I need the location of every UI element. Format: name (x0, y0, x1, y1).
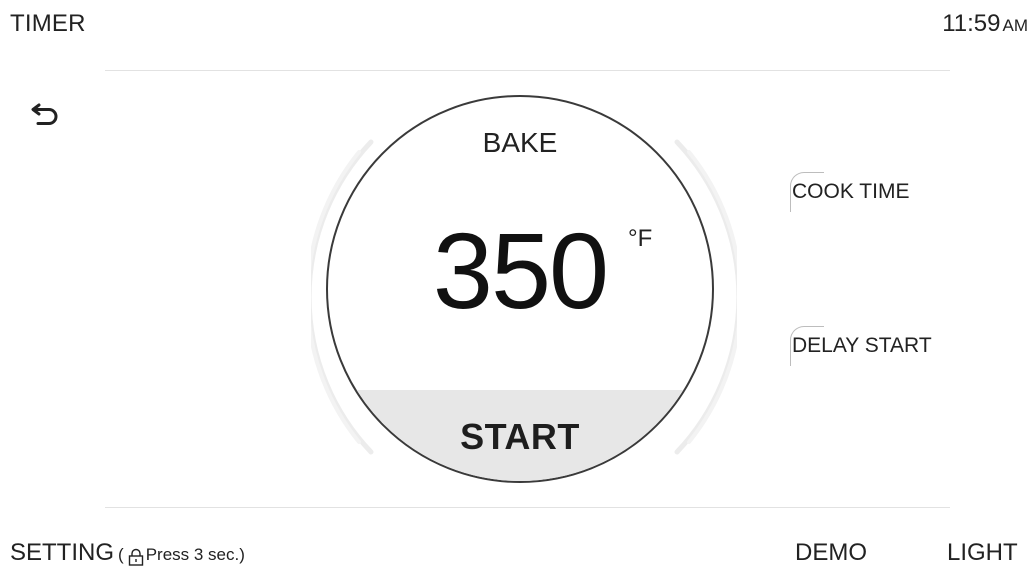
top-divider (105, 70, 950, 71)
cook-mode-label: BAKE (482, 127, 558, 158)
clock-time: 11:59 (942, 10, 1001, 37)
bottom-divider (105, 507, 950, 508)
delay-start-button[interactable]: DELAY START (790, 326, 932, 366)
cook-time-label: COOK TIME (792, 180, 910, 203)
start-button[interactable]: START (328, 390, 712, 481)
temperature-dial[interactable]: BAKE 350 °F START (326, 95, 714, 483)
clock-ampm: AM (1002, 16, 1029, 35)
demo-button[interactable]: DEMO (795, 539, 867, 567)
back-arrow-icon (31, 103, 58, 125)
setting-hint-text: Press 3 sec.) (145, 545, 245, 564)
setting-hint-paren: ( (118, 545, 124, 564)
setting-hint: ( Press 3 sec.) (118, 545, 245, 566)
lock-icon (128, 548, 143, 566)
back-button[interactable] (30, 96, 64, 130)
setting-button[interactable]: SETTING ( Press 3 sec.) (10, 539, 245, 567)
temperature-unit: °F (628, 225, 653, 252)
clock: 11:59 AM (942, 10, 1028, 38)
cook-time-button[interactable]: COOK TIME (790, 172, 910, 212)
setting-label: SETTING (10, 539, 115, 566)
delay-start-label: DELAY START (792, 334, 932, 357)
light-button[interactable]: LIGHT (947, 539, 1018, 567)
start-button-label: START (460, 416, 580, 457)
temperature-value: 350 (432, 210, 609, 331)
timer-button[interactable]: TIMER (10, 10, 86, 38)
